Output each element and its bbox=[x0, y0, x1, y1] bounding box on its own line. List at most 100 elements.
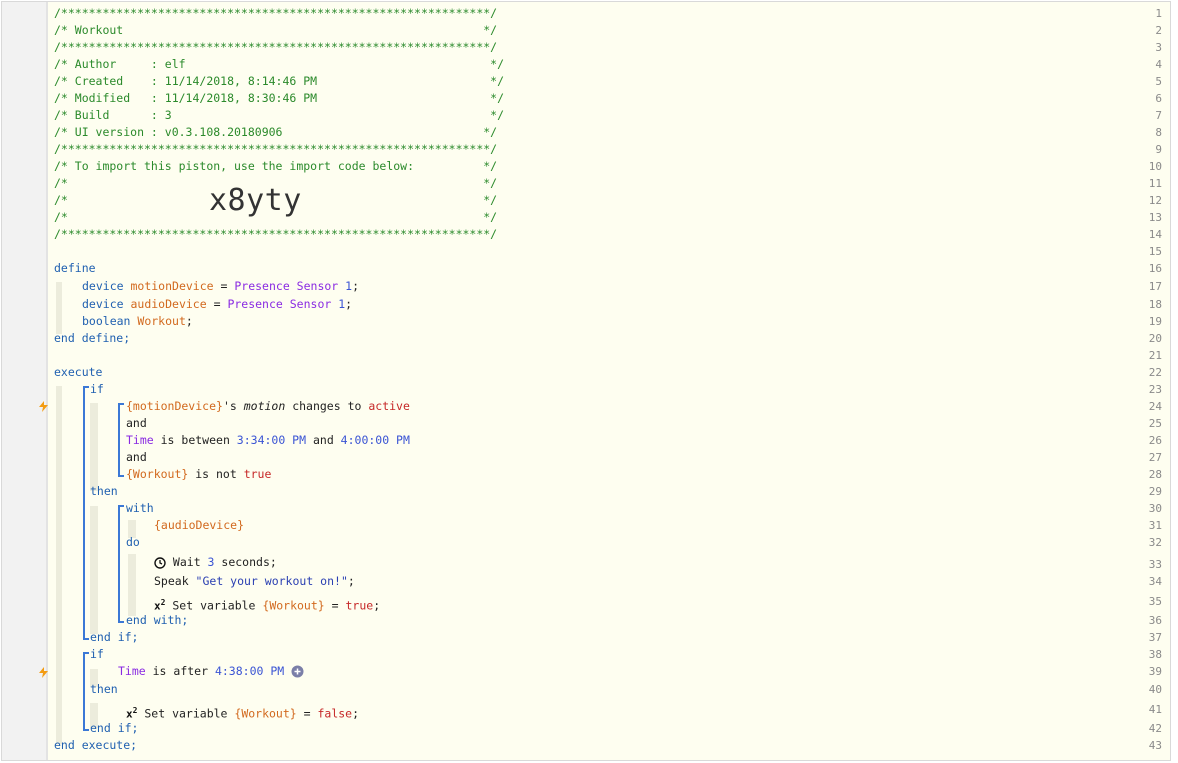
line-number: 28 bbox=[1148, 468, 1162, 481]
line-number: 15 bbox=[1148, 245, 1162, 258]
if-statement[interactable]: if bbox=[90, 381, 104, 398]
condition-workout[interactable]: {Workout} is not true bbox=[126, 466, 271, 483]
header-import-note: /* To import this piston, use the import… bbox=[54, 159, 498, 173]
line-number: 33 bbox=[1148, 558, 1162, 571]
line-number: 3 bbox=[1155, 41, 1162, 54]
line-number: 36 bbox=[1148, 614, 1162, 627]
line-number: 11 bbox=[1148, 177, 1162, 190]
end-if-line: end if; bbox=[90, 630, 139, 644]
wait-task[interactable]: Wait 3 seconds; bbox=[154, 554, 277, 571]
indent-guide bbox=[56, 386, 62, 744]
do-keyword: do bbox=[126, 535, 140, 549]
header-modified: /* Modified : 11/14/2018, 8:30:46 PM */ bbox=[54, 91, 505, 105]
line-number: 16 bbox=[1148, 262, 1162, 275]
then-keyword: then bbox=[90, 682, 118, 696]
trigger-bolt-icon bbox=[39, 667, 48, 678]
line-number: 39 bbox=[1148, 665, 1162, 678]
with-block-bracket bbox=[118, 505, 120, 622]
line-number: 20 bbox=[1148, 332, 1162, 345]
line-number: 18 bbox=[1148, 298, 1162, 311]
line-number: 32 bbox=[1148, 536, 1162, 549]
header-created: /* Created : 11/14/2018, 8:14:46 PM */ bbox=[54, 74, 505, 88]
line-number: 23 bbox=[1148, 383, 1162, 396]
import-code: x8yty bbox=[209, 183, 302, 218]
if-statement[interactable]: if bbox=[90, 646, 104, 663]
with-device[interactable]: {audioDevice} bbox=[154, 517, 244, 534]
line-number: 7 bbox=[1155, 109, 1162, 122]
line-number: 27 bbox=[1148, 451, 1162, 464]
condition-time[interactable]: Time is between 3:34:00 PM and 4:00:00 P… bbox=[126, 432, 410, 449]
line-number: 42 bbox=[1148, 722, 1162, 735]
line-number: 22 bbox=[1148, 366, 1162, 379]
line-number: 35 bbox=[1148, 595, 1162, 608]
line-number: 19 bbox=[1148, 315, 1162, 328]
line-number: 2 bbox=[1155, 24, 1162, 37]
device-decl-motion: device motionDevice = Presence Sensor 1; bbox=[82, 279, 360, 293]
line-number: 31 bbox=[1148, 519, 1162, 532]
indent-guide bbox=[56, 282, 62, 334]
bracket-tick bbox=[118, 505, 124, 507]
line-number: 17 bbox=[1148, 280, 1162, 293]
line-number: 21 bbox=[1148, 349, 1162, 362]
line-number: 38 bbox=[1148, 648, 1162, 661]
line-number: 14 bbox=[1148, 228, 1162, 241]
line-number: 8 bbox=[1155, 126, 1162, 139]
line-number: 34 bbox=[1148, 575, 1162, 588]
header-ui-version: /* UI version : v0.3.108.20180906 */ bbox=[54, 125, 498, 139]
header-title: /* Workout */ bbox=[54, 23, 498, 37]
header-author: /* Author : elf */ bbox=[54, 57, 505, 71]
line-number: 37 bbox=[1148, 631, 1162, 644]
and-operator[interactable]: and bbox=[126, 415, 147, 432]
end-define-line: end define; bbox=[54, 331, 131, 345]
speak-task[interactable]: Speak "Get your workout on!"; bbox=[154, 573, 355, 590]
set-variable-task[interactable]: x2 Set variable {Workout} = false; bbox=[126, 702, 359, 721]
if-block-bracket bbox=[83, 652, 85, 730]
condition-bracket bbox=[118, 403, 120, 476]
end-if-line: end if; bbox=[90, 721, 139, 735]
boolean-decl: boolean Workout; bbox=[82, 314, 193, 328]
line-number: 5 bbox=[1155, 75, 1162, 88]
condition-motion[interactable]: {motionDevice}'s motion changes to activ… bbox=[126, 398, 410, 415]
line-number: 24 bbox=[1148, 400, 1162, 413]
line-number-gutter bbox=[2, 2, 48, 760]
line-number: 30 bbox=[1148, 502, 1162, 515]
line-number: 10 bbox=[1148, 160, 1162, 173]
execute-line: execute bbox=[54, 365, 103, 379]
end-with-line: end with; bbox=[126, 613, 189, 627]
define-line: define bbox=[54, 261, 96, 275]
line-number: 4 bbox=[1155, 58, 1162, 71]
line-number: 6 bbox=[1155, 92, 1162, 105]
line-number: 41 bbox=[1148, 703, 1162, 716]
set-variable-task[interactable]: x2 Set variable {Workout} = true; bbox=[154, 594, 380, 613]
clock-icon bbox=[154, 556, 166, 569]
if-block-bracket bbox=[83, 386, 85, 639]
bracket-tick bbox=[118, 475, 124, 477]
header-border: /***************************************… bbox=[54, 227, 498, 241]
bracket-tick bbox=[83, 652, 89, 654]
header-build: /* Build : 3 */ bbox=[54, 108, 505, 122]
bracket-tick bbox=[83, 638, 89, 640]
line-number: 26 bbox=[1148, 434, 1162, 447]
bracket-tick bbox=[83, 386, 89, 388]
trigger-bolt-icon bbox=[39, 401, 48, 412]
code-editor: /***************************************… bbox=[1, 1, 1171, 761]
add-condition-icon[interactable] bbox=[291, 665, 304, 678]
header-border: /***************************************… bbox=[54, 142, 498, 156]
bracket-tick bbox=[118, 403, 124, 405]
condition-time-after[interactable]: Time is after 4:38:00 PM bbox=[118, 663, 304, 680]
line-number: 25 bbox=[1148, 417, 1162, 430]
bracket-tick bbox=[118, 621, 124, 623]
line-number: 9 bbox=[1155, 143, 1162, 156]
line-number: 12 bbox=[1148, 194, 1162, 207]
with-statement[interactable]: with bbox=[126, 500, 154, 517]
header-border: /***************************************… bbox=[54, 40, 498, 54]
bracket-tick bbox=[83, 729, 89, 731]
and-operator[interactable]: and bbox=[126, 449, 147, 466]
line-number: 29 bbox=[1148, 485, 1162, 498]
header-border: /***************************************… bbox=[54, 6, 498, 20]
line-number: 1 bbox=[1155, 7, 1162, 20]
line-number: 43 bbox=[1148, 739, 1162, 752]
indent-guide bbox=[90, 403, 98, 491]
line-number: 40 bbox=[1148, 683, 1162, 696]
line-number: 13 bbox=[1148, 211, 1162, 224]
